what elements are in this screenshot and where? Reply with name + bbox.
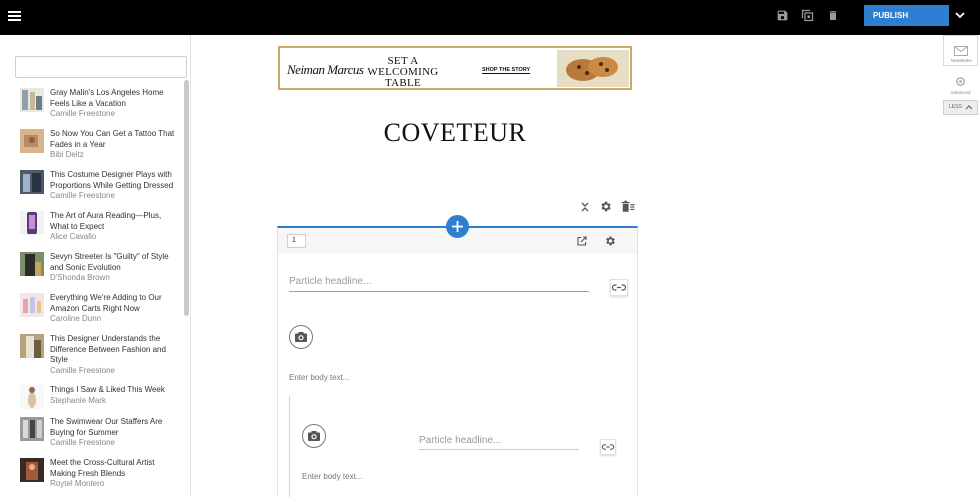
particle-editor: 1 (277, 226, 638, 497)
article-title: So Now You Can Get a Tattoo That Fades i… (50, 129, 175, 149)
article-author: Camille Freestone (50, 438, 115, 448)
article-thumbnail (20, 417, 44, 441)
duplicate-icon[interactable] (800, 8, 816, 24)
page-number-field[interactable]: 1 (287, 234, 306, 248)
article-author: Bibi Deitz (50, 150, 84, 160)
article-thumbnail (20, 211, 44, 235)
ad-image (557, 50, 629, 87)
ad-brand: Neiman Marcus (287, 62, 364, 77)
hamburger-menu-icon[interactable] (8, 11, 21, 21)
list-item[interactable]: Things I Saw & Liked This Week Stephanie… (20, 385, 180, 417)
article-thumbnail (20, 252, 44, 276)
list-item[interactable]: So Now You Can Get a Tattoo That Fades i… (20, 129, 180, 170)
list-item[interactable]: The Swimwear Our Staffers Are Buying for… (20, 417, 180, 458)
particle-headline-input[interactable] (289, 272, 589, 292)
less-label: LESS (949, 104, 962, 110)
nested-particle (289, 396, 635, 497)
article-title: Things I Saw & Liked This Week (50, 385, 165, 394)
article-thumbnail (20, 458, 44, 482)
article-title: The Art of Aura Reading—Plus, What to Ex… (50, 211, 162, 231)
newsletter-tab[interactable]: Newsletter (943, 35, 978, 66)
article-thumbnail (20, 385, 44, 409)
open-external-icon[interactable] (576, 234, 589, 247)
advanced-label: Advanced (950, 90, 971, 95)
article-title: This Designer Understands the Difference… (50, 334, 166, 365)
chevron-down-icon[interactable] (950, 5, 970, 26)
article-author: D'Shonda Brown (50, 273, 110, 283)
article-author: Caroline Dunn (50, 314, 102, 324)
ad-headline-line1: SET A WELCOMING (367, 55, 439, 78)
article-thumbnail (20, 129, 44, 153)
newsletter-label: Newsletter (950, 58, 973, 63)
sidebar-scrollbar[interactable] (184, 80, 189, 316)
advanced-tab[interactable]: Advanced (943, 69, 978, 99)
article-title: Meet the Cross-Cultural Artist Making Fr… (50, 458, 155, 478)
search-input[interactable] (15, 56, 187, 78)
nested-body-text-input[interactable] (302, 472, 582, 481)
list-item[interactable]: This Costume Designer Plays with Proport… (20, 170, 180, 211)
list-item[interactable]: Everything We're Adding to Our Amazon Ca… (20, 293, 180, 334)
chevron-up-icon (965, 101, 973, 120)
nested-add-image-camera-icon[interactable] (302, 424, 326, 448)
article-thumbnail (20, 88, 44, 112)
article-thumbnail (20, 334, 44, 358)
article-list: Gray Malin's Los Angeles Home Feels Like… (20, 88, 180, 499)
article-title: Gray Malin's Los Angeles Home Feels Like… (50, 88, 164, 108)
article-author: Camille Freestone (50, 109, 115, 119)
site-logo: COVETEUR (383, 118, 527, 147)
list-item[interactable]: Meet the Cross-Cultural Artist Making Fr… (20, 458, 180, 499)
article-author: Roytel Montero (50, 479, 105, 489)
save-icon[interactable] (776, 9, 792, 25)
article-author: Camille Freestone (50, 191, 115, 201)
body-text-input[interactable] (289, 373, 589, 382)
article-author: Stephanie Mark (50, 395, 107, 405)
module-settings-gear-icon[interactable] (599, 200, 613, 214)
editor-settings-gear-icon[interactable] (604, 234, 617, 247)
article-title: This Costume Designer Plays with Proport… (50, 170, 174, 190)
nested-particle-headline-input[interactable] (419, 432, 579, 450)
less-toggle-button[interactable]: LESS (943, 100, 978, 115)
list-item[interactable]: Sevyn Streeter Is "Guilty" of Style and … (20, 252, 180, 293)
article-sidebar: Gray Malin's Los Angeles Home Feels Like… (0, 35, 191, 495)
collapse-icon[interactable] (578, 200, 592, 214)
list-item[interactable]: The Art of Aura Reading—Plus, What to Ex… (20, 211, 180, 252)
article-author: Alice Cavallo (50, 232, 97, 242)
article-thumbnail (20, 170, 44, 194)
list-item[interactable]: This Designer Understands the Difference… (20, 334, 180, 385)
top-bar: PUBLISH (0, 0, 980, 35)
ad-headline-line2: TABLE (384, 77, 422, 89)
nested-link-icon[interactable] (600, 439, 616, 455)
link-icon[interactable] (610, 279, 628, 296)
delete-module-icon[interactable] (621, 200, 635, 214)
publish-button[interactable]: PUBLISH (864, 5, 949, 26)
article-thumbnail (20, 293, 44, 317)
trash-icon[interactable] (827, 9, 843, 25)
ad-cta-link[interactable]: SHOP THE STORY (482, 67, 531, 74)
list-item[interactable]: Gray Malin's Los Angeles Home Feels Like… (20, 88, 180, 129)
article-title: Sevyn Streeter Is "Guilty" of Style and … (50, 252, 169, 272)
ad-banner[interactable]: Neiman Marcus SET A WELCOMING TABLE SHOP… (278, 46, 632, 90)
article-title: Everything We're Adding to Our Amazon Ca… (50, 293, 162, 313)
add-module-plus-icon[interactable] (446, 215, 469, 238)
article-title: The Swimwear Our Staffers Are Buying for… (50, 417, 163, 437)
ad-headline: SET A WELCOMING TABLE (358, 56, 448, 89)
article-author: Camille Freestone (50, 366, 115, 376)
add-image-camera-icon[interactable] (289, 325, 313, 349)
